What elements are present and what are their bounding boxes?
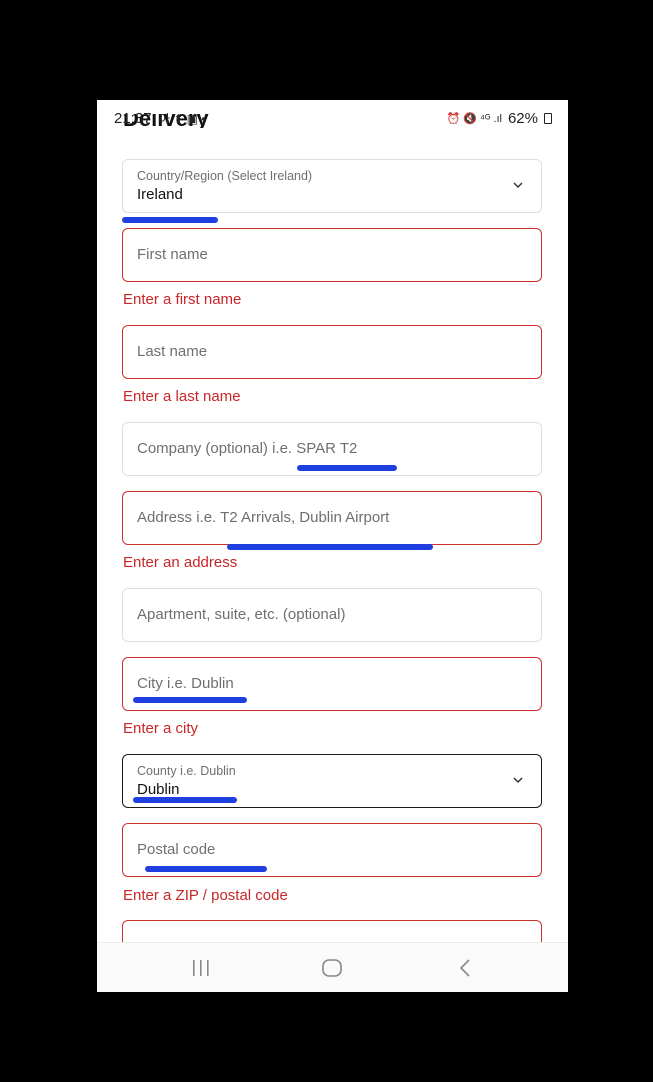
country-value: Ireland (137, 186, 183, 203)
status-left-icons: 아 ⬆ ▣ • (159, 112, 206, 126)
annotation-underline (227, 544, 433, 550)
postal-code-placeholder: Postal code (137, 841, 216, 858)
country-label: Country/Region (Select Ireland) (137, 169, 313, 183)
last-name-error: Enter a last name (123, 388, 241, 405)
address-input[interactable]: Address i.e. T2 Arrivals, Dublin Airport (122, 491, 542, 545)
city-error: Enter a city (123, 720, 199, 737)
battery-level: 62% (507, 110, 538, 127)
company-placeholder: Company (optional) i.e. SPAR T2 (137, 440, 358, 457)
last-name-placeholder: Last name (137, 343, 208, 360)
status-time: 21:37 (114, 110, 152, 127)
home-icon[interactable] (320, 957, 344, 979)
phone-screen: Delivery 21:37 아 ⬆ ▣ • ⏰ 🔇 ⁴ᴳ .ıl 62% Co… (97, 100, 568, 992)
postal-code-error: Enter a ZIP / postal code (123, 887, 288, 904)
annotation-underline (145, 866, 267, 872)
battery-icon (544, 113, 552, 124)
annotation-underline (133, 797, 237, 803)
apartment-placeholder: Apartment, suite, etc. (optional) (137, 606, 346, 623)
address-placeholder: Address i.e. T2 Arrivals, Dublin Airport (137, 509, 390, 526)
first-name-input[interactable]: First name (122, 228, 542, 282)
back-icon[interactable] (454, 957, 476, 979)
chevron-down-icon (513, 777, 523, 784)
status-right-icons: ⏰ 🔇 ⁴ᴳ .ıl (446, 113, 502, 125)
recents-icon[interactable] (190, 957, 212, 979)
first-name-placeholder: First name (137, 246, 208, 263)
country-select[interactable]: Country/Region (Select Ireland) Ireland (122, 159, 542, 213)
status-bar: 21:37 아 ⬆ ▣ • ⏰ 🔇 ⁴ᴳ .ıl 62% (97, 100, 568, 127)
first-name-error: Enter a first name (123, 291, 242, 308)
last-name-input[interactable]: Last name (122, 325, 542, 379)
apartment-input[interactable]: Apartment, suite, etc. (optional) (122, 588, 542, 642)
city-placeholder: City i.e. Dublin (137, 675, 234, 692)
annotation-underline (133, 697, 247, 703)
system-nav-bar (97, 942, 568, 992)
county-value: Dublin (137, 781, 180, 798)
address-error: Enter an address (123, 554, 238, 571)
chevron-down-icon (513, 182, 523, 189)
annotation-underline (122, 217, 218, 223)
county-label: County i.e. Dublin (137, 764, 236, 778)
annotation-underline (297, 465, 397, 471)
